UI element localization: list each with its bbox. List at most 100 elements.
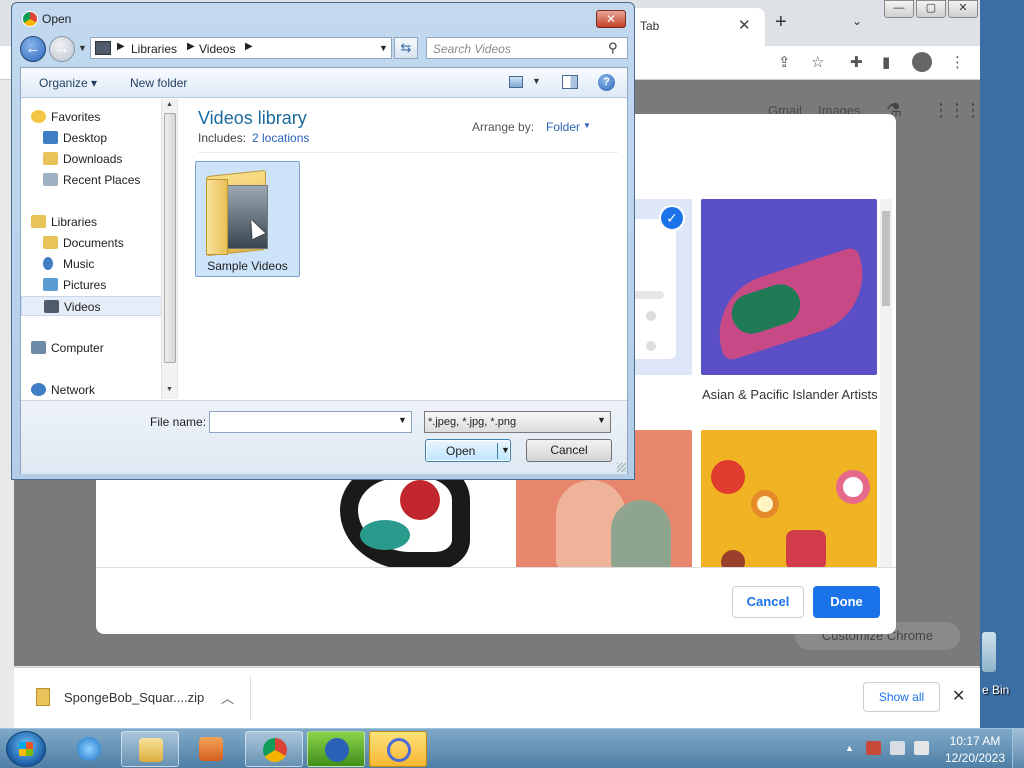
breadcrumb-arrow-icon[interactable]: ▶: [117, 41, 125, 52]
recycle-bin-label: e Bin: [982, 683, 1010, 697]
nav-recent-places[interactable]: Recent Places: [21, 170, 177, 190]
folder-thumbnail: [226, 185, 268, 249]
preview-dot: [646, 311, 656, 321]
search-icon[interactable]: ⚲: [608, 40, 618, 56]
taskbar-chrome[interactable]: [245, 731, 303, 767]
side-panel-icon[interactable]: ▮: [882, 53, 890, 71]
tab-search-icon[interactable]: ⌄: [852, 14, 862, 28]
nav-label: Desktop: [63, 131, 108, 145]
tab-close-icon[interactable]: ✕: [738, 16, 751, 34]
file-name-input[interactable]: [209, 411, 412, 433]
recycle-bin-icon[interactable]: [982, 632, 996, 672]
show-desktop-button[interactable]: [1012, 729, 1024, 768]
breadcrumb-videos[interactable]: Videos: [199, 42, 235, 56]
volume-muted-icon[interactable]: [914, 741, 929, 755]
clock-date[interactable]: 12/20/2023: [940, 751, 1010, 765]
clock-time[interactable]: 10:17 AM: [940, 734, 1010, 748]
search-input[interactable]: Search Videos: [426, 37, 628, 59]
scroll-up-icon[interactable]: ▲: [166, 101, 173, 108]
nav-documents[interactable]: Documents: [21, 233, 177, 253]
chevron-down-icon[interactable]: ▼: [379, 43, 388, 53]
taskbar-ie[interactable]: [60, 731, 118, 767]
apps-grid-icon[interactable]: ⋮⋮⋮: [932, 100, 982, 121]
locations-link[interactable]: 2 locations: [252, 131, 309, 145]
folder-sample-videos[interactable]: Sample Videos: [195, 161, 300, 277]
cancel-button[interactable]: Cancel: [526, 439, 612, 462]
libraries-icon: [31, 215, 46, 228]
file-list: Videos library Includes: 2 locations Arr…: [179, 99, 626, 399]
organize-button[interactable]: Organize ▾: [39, 76, 97, 90]
v-app-icon: [325, 738, 349, 762]
profile-avatar[interactable]: [912, 52, 932, 72]
help-icon[interactable]: ?: [598, 74, 615, 91]
computer-icon: [31, 341, 46, 354]
change-view-icon[interactable]: [509, 76, 523, 88]
resize-grip[interactable]: [617, 463, 626, 472]
breadcrumb-libraries[interactable]: Libraries: [131, 42, 177, 56]
file-type-select[interactable]: *.jpeg, *.jpg, *.png: [424, 411, 611, 433]
new-tab-icon[interactable]: +: [775, 12, 787, 32]
recent-locations-dropdown[interactable]: ▼: [78, 43, 87, 53]
preview-pane-icon[interactable]: [562, 75, 578, 89]
pane-divider[interactable]: [177, 99, 178, 399]
maximize-button[interactable]: ▢: [916, 0, 946, 18]
nav-music[interactable]: Music: [21, 254, 177, 274]
start-button[interactable]: [6, 731, 46, 767]
modal-scrollbar[interactable]: [880, 199, 892, 567]
minimize-button[interactable]: —: [884, 0, 914, 18]
new-folder-button[interactable]: New folder: [130, 76, 187, 90]
breadcrumb-arrow-icon[interactable]: ▶: [245, 41, 253, 52]
taskbar-vpn[interactable]: [307, 731, 365, 767]
modal-done-button[interactable]: Done: [813, 586, 880, 618]
downloads-bar: SpongeBob_Squar....zip ︿ Show all ✕: [14, 667, 980, 728]
chevron-down-icon[interactable]: ▼: [501, 445, 510, 455]
nav-pictures[interactable]: Pictures: [21, 275, 177, 295]
download-filename[interactable]: SpongeBob_Squar....zip: [64, 690, 204, 705]
taskbar-infinity-app[interactable]: [369, 731, 427, 767]
nav-libraries[interactable]: Libraries: [21, 212, 177, 232]
bookmark-star-icon[interactable]: ☆: [811, 53, 824, 71]
background-tile-api-artists[interactable]: [701, 199, 877, 375]
close-icon[interactable]: ✕: [952, 686, 965, 706]
nav-label: Downloads: [63, 152, 123, 166]
scroll-down-icon[interactable]: ▼: [166, 386, 173, 393]
nav-scrollbar[interactable]: ▲ ▼: [161, 99, 177, 399]
dialog-close-button[interactable]: ✕: [596, 10, 626, 28]
share-icon[interactable]: ⇪: [778, 53, 791, 71]
show-hidden-icons[interactable]: ▲: [845, 743, 854, 753]
arrange-by-dropdown[interactable]: Folder: [546, 120, 580, 134]
scrollbar-thumb[interactable]: [882, 211, 890, 306]
nav-videos-selected[interactable]: Videos: [21, 296, 177, 316]
chevron-down-icon[interactable]: ▼: [597, 415, 606, 425]
taskbar-explorer[interactable]: [121, 731, 179, 767]
nav-downloads[interactable]: Downloads: [21, 149, 177, 169]
chevron-up-icon[interactable]: ︿: [221, 688, 234, 707]
nav-computer[interactable]: Computer: [21, 338, 177, 358]
nav-label: Recent Places: [63, 173, 141, 187]
show-all-button[interactable]: Show all: [863, 682, 940, 712]
chevron-down-icon[interactable]: ▼: [583, 121, 591, 130]
chevron-down-icon[interactable]: ▼: [532, 76, 541, 86]
back-arrow-icon[interactable]: ←: [20, 36, 46, 62]
breadcrumb-arrow-icon[interactable]: ▶: [187, 41, 195, 52]
background-tile-flowers[interactable]: [701, 430, 877, 567]
address-bar[interactable]: ▶ Libraries ▶ Videos ▶ ▼: [90, 37, 392, 59]
nav-desktop[interactable]: Desktop: [21, 128, 177, 148]
menu-kebab-icon[interactable]: ⋮: [950, 53, 965, 71]
action-center-icon[interactable]: [866, 741, 881, 755]
scrollbar-thumb[interactable]: [164, 113, 176, 363]
network-icon[interactable]: [890, 741, 905, 755]
chevron-down-icon[interactable]: ▼: [398, 415, 407, 425]
nav-label: Network: [51, 383, 96, 397]
nav-favorites[interactable]: Favorites: [21, 107, 177, 127]
open-button[interactable]: Open ▼: [425, 439, 511, 462]
modal-cancel-button[interactable]: Cancel: [732, 586, 804, 618]
extensions-icon[interactable]: ✚: [850, 53, 863, 71]
music-note-icon: [43, 257, 53, 270]
nav-network[interactable]: Network: [21, 380, 177, 399]
close-window-button[interactable]: ✕: [948, 0, 978, 18]
refresh-icon[interactable]: ⇆: [394, 37, 418, 59]
taskbar-media[interactable]: [182, 731, 240, 767]
forward-arrow-icon[interactable]: →: [49, 36, 75, 62]
file-name-label: File name:: [150, 415, 207, 429]
